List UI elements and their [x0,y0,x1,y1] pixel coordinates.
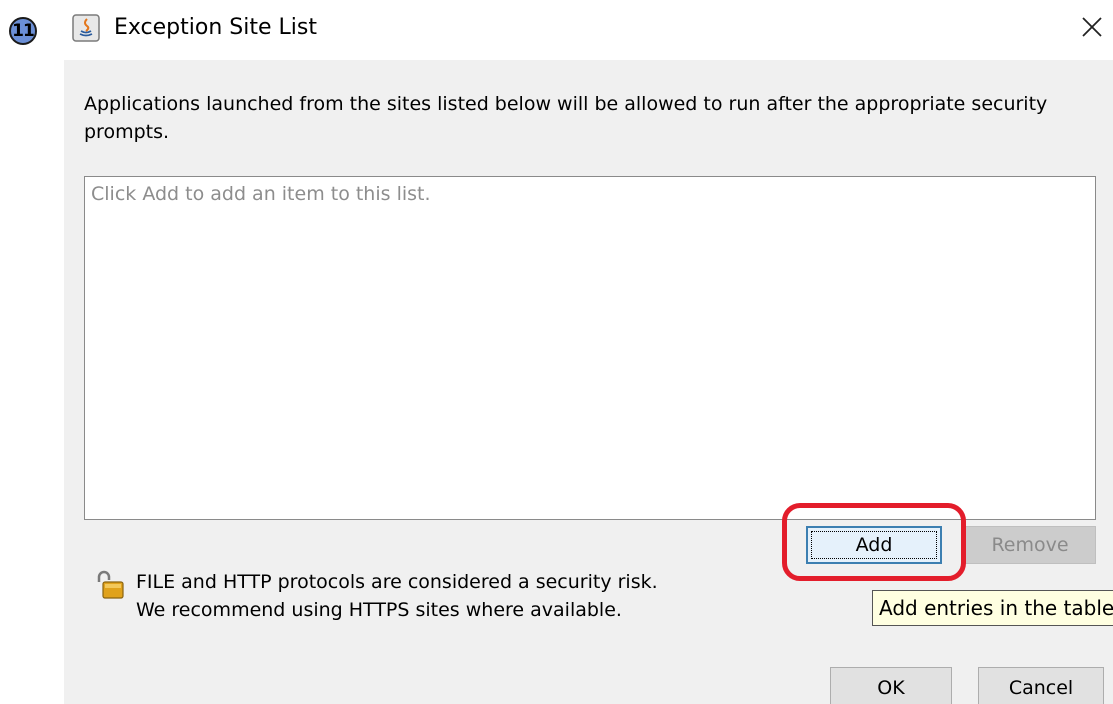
cancel-button[interactable]: Cancel [978,667,1104,704]
highlight-annotation [782,503,966,581]
java-icon [72,14,100,42]
screenshot: 11 Exception Site List Applications laun… [0,0,1113,704]
site-list-placeholder: Click Add to add an item to this list. [91,183,431,205]
remove-button-label: Remove [991,534,1069,556]
ok-button[interactable]: OK [830,667,952,704]
cancel-button-label: Cancel [1008,677,1074,699]
step-number-badge: 11 [9,17,37,45]
remove-button[interactable]: Remove [964,526,1096,564]
title-bar: Exception Site List [64,0,1113,60]
add-button-tooltip: Add entries in the table [872,590,1113,626]
close-icon[interactable] [1077,12,1107,42]
dialog-description: Applications launched from the sites lis… [84,93,1048,143]
dialog-body: Applications launched from the sites lis… [64,60,1113,704]
exception-site-list[interactable]: Click Add to add an item to this list. [84,176,1096,520]
security-warning-line1: FILE and HTTP protocols are considered a… [136,571,658,593]
security-warning-line2: We recommend using HTTPS sites where ava… [136,599,622,621]
unlocked-padlock-icon [97,570,124,599]
security-warning: FILE and HTTP protocols are considered a… [136,568,658,624]
window-title: Exception Site List [114,15,317,40]
ok-button-label: OK [877,677,905,699]
